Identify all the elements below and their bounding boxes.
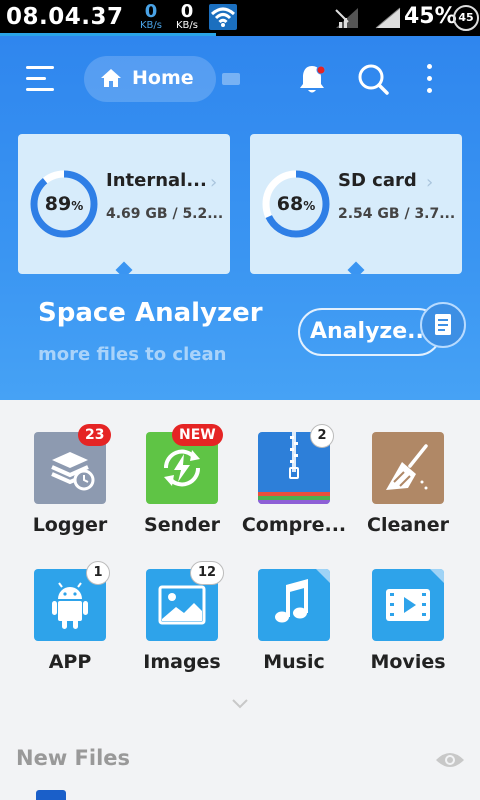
logger-badge: 23	[78, 424, 112, 446]
tool-music[interactable]: Music	[236, 569, 348, 689]
movie-icon	[372, 569, 444, 641]
bell-icon[interactable]	[296, 62, 328, 96]
tool-label: Logger	[32, 514, 108, 536]
space-analyzer-title: Space Analyzer	[38, 298, 263, 328]
usage-percent: 89%	[44, 193, 84, 215]
new-files-title: New Files	[16, 746, 131, 770]
menu-icon[interactable]	[26, 66, 56, 92]
signal-icon	[335, 8, 358, 28]
home-icon	[101, 69, 121, 87]
tool-label: Cleaner	[367, 514, 449, 536]
wifi-icon	[209, 4, 237, 30]
chevron-down-icon[interactable]	[230, 696, 250, 710]
storage-size: 4.69 GB / 5.2...	[106, 206, 224, 222]
compress-badge: 2	[310, 424, 334, 448]
net-up-speed: 0 KB/s	[176, 1, 198, 31]
net-down-speed: 0 KB/s	[140, 1, 162, 31]
status-bar: 08.04.37 0 KB/s 0 KB/s 45% 45	[0, 0, 480, 36]
home-breadcrumb[interactable]: Home	[84, 56, 216, 102]
storage-name: Internal...	[106, 170, 207, 191]
tool-app[interactable]: 1 APP	[12, 561, 124, 689]
eye-icon[interactable]	[434, 750, 466, 770]
cleaner-icon	[372, 432, 444, 504]
storage-card-sd[interactable]: 68% SD card 2.54 GB / 3.7... ›	[250, 134, 462, 274]
battery-level: 45%	[404, 4, 457, 29]
tool-logger[interactable]: 23 Logger	[12, 424, 124, 552]
tool-label: Compre...	[241, 514, 347, 536]
file-thumbnail[interactable]	[36, 790, 66, 800]
chevron-right-icon: ›	[426, 172, 434, 193]
tool-label: Music	[263, 651, 325, 673]
images-badge: 12	[190, 561, 224, 585]
tool-movies[interactable]: Movies	[350, 569, 462, 689]
more-options-icon[interactable]	[424, 64, 434, 96]
header: Home 89% Internal... 4.69 GB / 5.2... › …	[0, 36, 480, 400]
search-icon[interactable]	[356, 62, 390, 96]
tool-label: Images	[143, 651, 221, 673]
window-indicator-icon[interactable]	[222, 73, 240, 85]
home-label: Home	[132, 67, 194, 89]
storage-card-internal[interactable]: 89% Internal... 4.69 GB / 5.2... ›	[18, 134, 230, 274]
tool-label: APP	[48, 651, 92, 673]
tool-cleaner[interactable]: Cleaner	[350, 432, 462, 552]
new-badge: NEW	[172, 424, 223, 446]
tool-sender[interactable]: NEW Sender	[124, 424, 236, 552]
document-icon[interactable]	[420, 302, 466, 348]
status-time: 08.04.37	[6, 4, 124, 30]
tool-label: Sender	[144, 514, 220, 536]
chevron-right-icon: ›	[210, 172, 218, 193]
app-badge: 1	[86, 561, 110, 585]
usage-percent: 68%	[276, 193, 316, 215]
notification-count: 45	[453, 5, 479, 31]
space-analyzer-subtitle: more files to clean	[38, 344, 227, 365]
tool-compress[interactable]: 2 Compre...	[236, 424, 348, 552]
storage-size: 2.54 GB / 3.7...	[338, 206, 456, 222]
signal-strength-icon	[375, 7, 401, 29]
music-icon	[258, 569, 330, 641]
tool-images[interactable]: 12 Images	[124, 561, 236, 689]
tool-label: Movies	[370, 651, 446, 673]
